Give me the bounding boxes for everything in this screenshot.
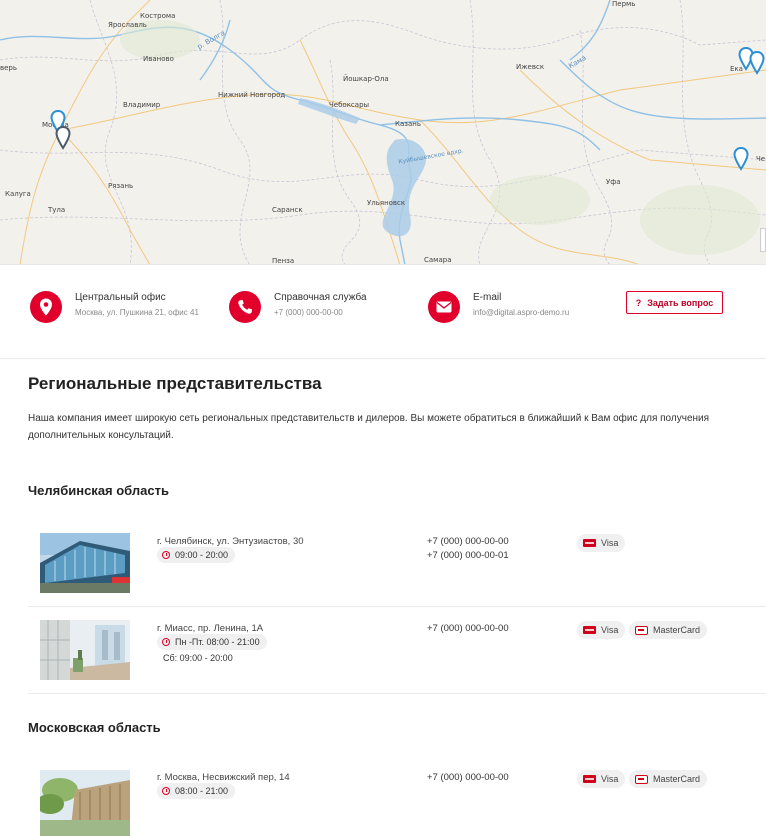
payment-label: Visa <box>601 774 619 784</box>
map-city-label: Саранск <box>272 206 303 214</box>
map-city-label: Казань <box>395 120 421 128</box>
payment-badge-mastercard: MasterCard <box>629 770 708 788</box>
map-city-label: Самара <box>424 256 452 264</box>
ask-question-button[interactable]: ? Задать вопрос <box>626 291 723 314</box>
office-hours: 09:00 - 20:00 <box>157 547 236 563</box>
office-address: г. Москва, Несвижский пер, 14 <box>157 772 290 783</box>
office-photo[interactable] <box>40 620 130 680</box>
clock-icon <box>162 638 170 646</box>
office-phone[interactable]: +7 (000) 000-00-01 <box>427 550 509 561</box>
map-city-label: верь <box>0 64 18 72</box>
clock-icon <box>162 551 170 559</box>
office-phone[interactable]: +7 (000) 000-00-00 <box>427 623 509 634</box>
map-pin-icon <box>30 291 62 323</box>
payment-badge-visa: Visa <box>577 770 626 788</box>
map-city-label: Че <box>756 155 766 163</box>
map-city-label: Рязань <box>108 182 134 190</box>
envelope-icon <box>428 291 460 323</box>
payment-label: Visa <box>601 538 619 548</box>
payment-label: Visa <box>601 625 619 635</box>
payment-badge-visa: Visa <box>577 534 626 552</box>
map-city-label: Пермь <box>612 0 636 8</box>
office-hours-text: 09:00 - 20:00 <box>175 550 229 560</box>
region-title: Московская область <box>28 720 161 735</box>
page-title: Региональные представительства <box>28 374 322 393</box>
map-marker-icon[interactable] <box>733 147 749 171</box>
map-city-label: Кострома <box>140 12 176 20</box>
map-city-label: Чебоксары <box>329 101 370 109</box>
mastercard-icon <box>635 625 648 635</box>
office-hours: Пн -Пт. 08:00 - 21:00 <box>157 634 267 650</box>
map-city-label: Нижний Новгород <box>218 91 286 99</box>
office-row: г. Челябинск, ул. Энтузиастов, 30 09:00 … <box>28 518 766 607</box>
support-contact: Справочная служба +7 (000) 000-00-00 <box>229 291 419 325</box>
office-hours: 08:00 - 21:00 <box>157 783 236 799</box>
question-icon: ? <box>635 297 642 308</box>
region-title: Челябинская область <box>28 483 169 498</box>
office-address: г. Челябинск, ул. Энтузиастов, 30 <box>157 536 304 547</box>
map-marker-icon[interactable] <box>55 126 71 150</box>
office-photo[interactable] <box>40 770 130 836</box>
clock-icon <box>162 787 170 795</box>
office-hours-text: Пн -Пт. 08:00 - 21:00 <box>175 637 260 647</box>
office-row: г. Москва, Несвижский пер, 14 08:00 - 21… <box>28 756 766 836</box>
map-city-label: Уфа <box>606 178 621 186</box>
map-city-label: Ярославль <box>108 21 147 29</box>
support-title: Справочная служба <box>274 292 367 303</box>
map-city-label: Йошкар-Ола <box>343 75 389 83</box>
map-city-label: Тула <box>48 206 66 214</box>
map[interactable]: Кострома Ярославль Иваново Владимир Нижн… <box>0 0 766 265</box>
office-phone[interactable]: +7 (000) 000-00-00 <box>427 772 509 783</box>
office-photo[interactable] <box>40 533 130 593</box>
office-hours-extra: Сб: 09:00 - 20:00 <box>163 653 233 663</box>
payment-label: MasterCard <box>653 774 701 784</box>
email-contact: E-mail info@digital.aspro-demo.ru <box>428 291 618 325</box>
map-zoom-control[interactable] <box>760 228 766 252</box>
support-phone[interactable]: +7 (000) 000-00-00 <box>274 308 343 317</box>
map-city-label: Пенза <box>272 257 295 265</box>
payment-badge-mastercard: MasterCard <box>629 621 708 639</box>
map-city-label: Ульяновск <box>367 199 406 207</box>
office-contact: Центральный офис Москва, ул. Пушкина 21,… <box>30 291 230 325</box>
email-title: E-mail <box>473 292 502 303</box>
office-row: г. Миасс, пр. Ленина, 1А Пн -Пт. 08:00 -… <box>28 607 766 694</box>
intro-text: Наша компания имеет широкую сеть региона… <box>28 413 710 441</box>
map-city-label: Владимир <box>123 101 161 109</box>
phone-icon <box>229 291 261 323</box>
payment-label: MasterCard <box>653 625 701 635</box>
visa-card-icon <box>583 775 596 783</box>
email-address[interactable]: info@digital.aspro-demo.ru <box>473 308 569 317</box>
map-city-label: Ижевск <box>516 63 545 71</box>
office-address: Москва, ул. Пушкина 21, офис 41 <box>75 308 199 317</box>
map-city-label: Иваново <box>143 55 174 63</box>
mastercard-icon <box>635 774 648 784</box>
payment-badge-visa: Visa <box>577 621 626 639</box>
map-city-label: Калуга <box>5 190 31 198</box>
office-hours-text: 08:00 - 21:00 <box>175 786 229 796</box>
visa-card-icon <box>583 539 596 547</box>
office-phone[interactable]: +7 (000) 000-00-00 <box>427 536 509 547</box>
ask-question-label: Задать вопрос <box>647 297 714 308</box>
office-address: г. Миасс, пр. Ленина, 1А <box>157 623 264 634</box>
contacts-bar: Центральный офис Москва, ул. Пушкина 21,… <box>0 265 766 359</box>
map-marker-icon[interactable] <box>749 51 765 75</box>
map-terrain <box>0 0 766 264</box>
visa-card-icon <box>583 626 596 634</box>
office-title: Центральный офис <box>75 292 166 303</box>
